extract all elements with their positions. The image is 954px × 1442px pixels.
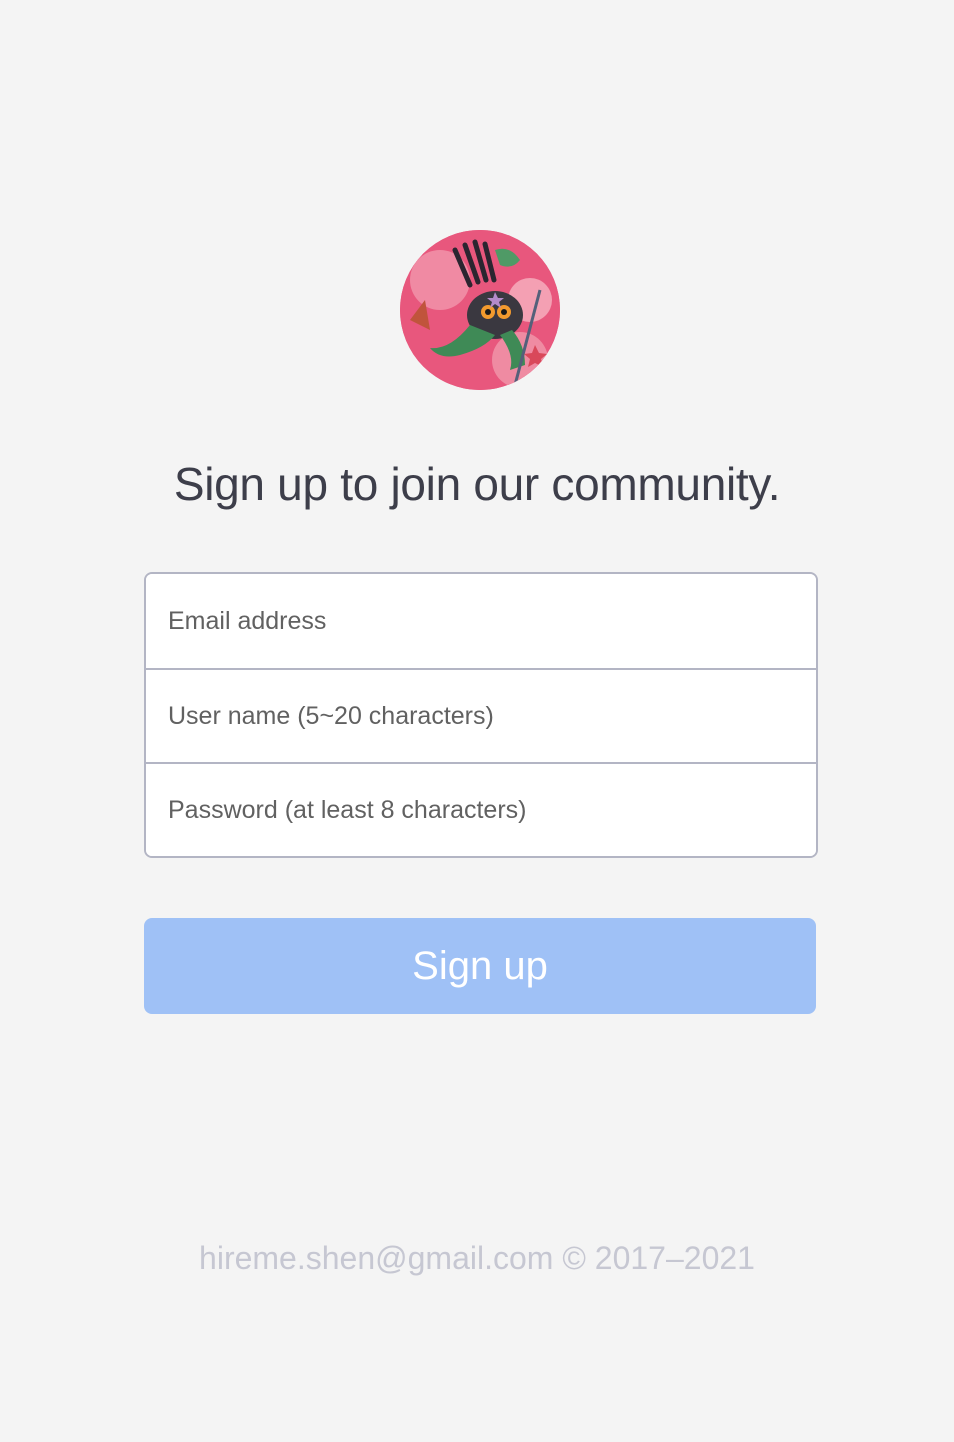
password-field[interactable]: [146, 762, 816, 856]
email-field[interactable]: [146, 574, 816, 668]
avatar: [400, 230, 560, 390]
signup-page: Sign up to join our community. Sign up h…: [0, 0, 954, 1442]
signup-button[interactable]: Sign up: [144, 918, 816, 1014]
footer-email: hireme.shen@gmail.com: [199, 1240, 554, 1276]
footer: hireme.shen@gmail.com © 2017–2021: [0, 1236, 954, 1280]
ninja-frog-avatar-icon: [400, 230, 560, 390]
signup-form: [144, 572, 818, 858]
username-field[interactable]: [146, 668, 816, 762]
footer-copyright: © 2017–2021: [562, 1240, 755, 1276]
page-title: Sign up to join our community.: [173, 458, 781, 510]
